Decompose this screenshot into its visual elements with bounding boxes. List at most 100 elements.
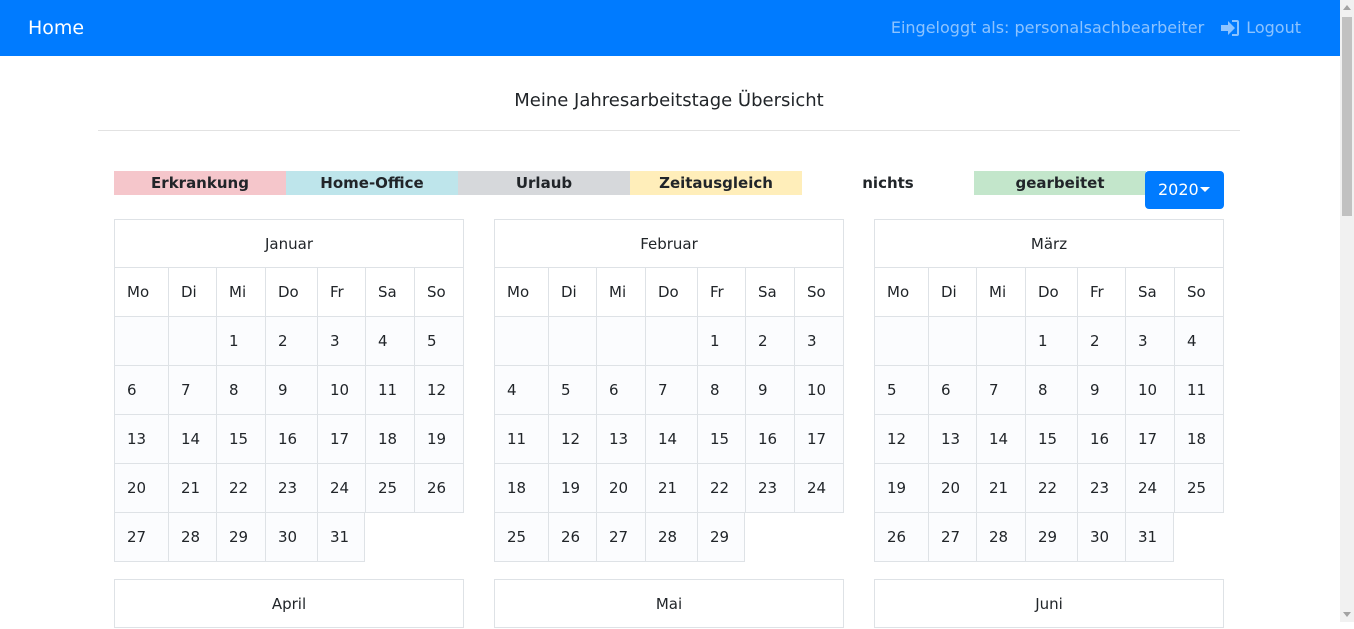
day-cell[interactable]: 14: [976, 415, 1025, 464]
day-cell[interactable]: 22: [1025, 464, 1077, 513]
day-cell[interactable]: 18: [1174, 415, 1224, 464]
day-cell[interactable]: 14: [645, 415, 697, 464]
day-cell[interactable]: 24: [317, 464, 365, 513]
scroll-up-icon[interactable]: [1343, 5, 1351, 10]
day-cell[interactable]: 1: [697, 317, 745, 366]
day-cell[interactable]: 11: [365, 366, 414, 415]
day-cell[interactable]: 8: [1025, 366, 1077, 415]
day-cell[interactable]: 29: [697, 513, 745, 562]
day-cell[interactable]: 23: [745, 464, 794, 513]
day-cell[interactable]: 20: [596, 464, 645, 513]
day-cell[interactable]: 12: [548, 415, 596, 464]
day-cell[interactable]: 22: [697, 464, 745, 513]
day-cell[interactable]: 17: [794, 415, 844, 464]
day-cell[interactable]: 6: [928, 366, 976, 415]
day-cell[interactable]: 4: [365, 317, 414, 366]
day-cell[interactable]: 28: [976, 513, 1025, 562]
year-dropdown-button[interactable]: 2020: [1145, 171, 1224, 209]
day-cell[interactable]: 28: [168, 513, 216, 562]
day-cell[interactable]: 16: [1077, 415, 1125, 464]
day-cell[interactable]: 20: [114, 464, 168, 513]
day-cell[interactable]: 8: [216, 366, 265, 415]
day-cell[interactable]: 15: [216, 415, 265, 464]
day-cell[interactable]: 15: [697, 415, 745, 464]
day-cell[interactable]: 2: [265, 317, 317, 366]
day-cell[interactable]: 10: [317, 366, 365, 415]
day-cell[interactable]: 9: [1077, 366, 1125, 415]
day-cell[interactable]: 31: [317, 513, 365, 562]
day-cell[interactable]: 16: [745, 415, 794, 464]
day-cell[interactable]: 16: [265, 415, 317, 464]
day-cell[interactable]: 31: [1125, 513, 1174, 562]
day-cell[interactable]: 8: [697, 366, 745, 415]
day-cell[interactable]: 24: [794, 464, 844, 513]
day-cell[interactable]: 2: [1077, 317, 1125, 366]
day-cell[interactable]: 27: [928, 513, 976, 562]
scroll-down-icon[interactable]: [1343, 612, 1351, 617]
day-cell[interactable]: 13: [928, 415, 976, 464]
day-cell[interactable]: 27: [114, 513, 168, 562]
day-cell[interactable]: 22: [216, 464, 265, 513]
day-cell[interactable]: 23: [265, 464, 317, 513]
day-cell[interactable]: 5: [874, 366, 928, 415]
day-cell[interactable]: 18: [365, 415, 414, 464]
page-scrollbar[interactable]: [1340, 0, 1354, 622]
day-cell[interactable]: 13: [114, 415, 168, 464]
day-cell[interactable]: 25: [365, 464, 414, 513]
day-cell[interactable]: 4: [1174, 317, 1224, 366]
day-cell[interactable]: 20: [928, 464, 976, 513]
day-cell[interactable]: 19: [548, 464, 596, 513]
day-cell[interactable]: 11: [494, 415, 548, 464]
day-cell[interactable]: 21: [168, 464, 216, 513]
day-cell[interactable]: 25: [494, 513, 548, 562]
day-cell[interactable]: 24: [1125, 464, 1174, 513]
day-cell[interactable]: 5: [548, 366, 596, 415]
day-cell[interactable]: 13: [596, 415, 645, 464]
day-cell[interactable]: 14: [168, 415, 216, 464]
day-cell[interactable]: 10: [1125, 366, 1174, 415]
caret-down-icon: [1200, 187, 1210, 192]
day-cell[interactable]: 9: [745, 366, 794, 415]
legend-item-erkrankung: Erkrankung: [114, 171, 286, 195]
day-cell[interactable]: 1: [1025, 317, 1077, 366]
logout-link[interactable]: Logout: [1220, 18, 1301, 37]
day-cell[interactable]: 25: [1174, 464, 1224, 513]
day-cell[interactable]: 29: [216, 513, 265, 562]
day-cell[interactable]: 3: [317, 317, 365, 366]
day-cell[interactable]: 17: [1125, 415, 1174, 464]
day-cell[interactable]: 19: [414, 415, 464, 464]
day-cell[interactable]: 15: [1025, 415, 1077, 464]
day-cell[interactable]: 2: [745, 317, 794, 366]
day-cell[interactable]: 30: [1077, 513, 1125, 562]
day-cell[interactable]: 3: [794, 317, 844, 366]
day-cell[interactable]: 27: [596, 513, 645, 562]
day-cell[interactable]: 12: [414, 366, 464, 415]
day-cell[interactable]: 9: [265, 366, 317, 415]
day-cell[interactable]: 6: [114, 366, 168, 415]
day-cell[interactable]: 5: [414, 317, 464, 366]
day-cell[interactable]: 21: [976, 464, 1025, 513]
day-cell[interactable]: 26: [548, 513, 596, 562]
day-cell[interactable]: 7: [976, 366, 1025, 415]
day-cell[interactable]: 26: [414, 464, 464, 513]
day-cell[interactable]: 12: [874, 415, 928, 464]
day-cell[interactable]: 26: [874, 513, 928, 562]
day-cell[interactable]: 23: [1077, 464, 1125, 513]
day-cell[interactable]: 6: [596, 366, 645, 415]
day-cell[interactable]: 1: [216, 317, 265, 366]
scrollbar-thumb[interactable]: [1342, 17, 1352, 216]
day-cell[interactable]: 11: [1174, 366, 1224, 415]
day-cell[interactable]: 4: [494, 366, 548, 415]
day-cell[interactable]: 10: [794, 366, 844, 415]
home-link[interactable]: Home: [28, 17, 84, 39]
day-cell[interactable]: 17: [317, 415, 365, 464]
day-cell[interactable]: 19: [874, 464, 928, 513]
day-cell[interactable]: 3: [1125, 317, 1174, 366]
day-cell[interactable]: 18: [494, 464, 548, 513]
day-cell[interactable]: 7: [645, 366, 697, 415]
day-cell[interactable]: 30: [265, 513, 317, 562]
day-cell[interactable]: 29: [1025, 513, 1077, 562]
day-cell[interactable]: 28: [645, 513, 697, 562]
day-cell[interactable]: 21: [645, 464, 697, 513]
day-cell[interactable]: 7: [168, 366, 216, 415]
